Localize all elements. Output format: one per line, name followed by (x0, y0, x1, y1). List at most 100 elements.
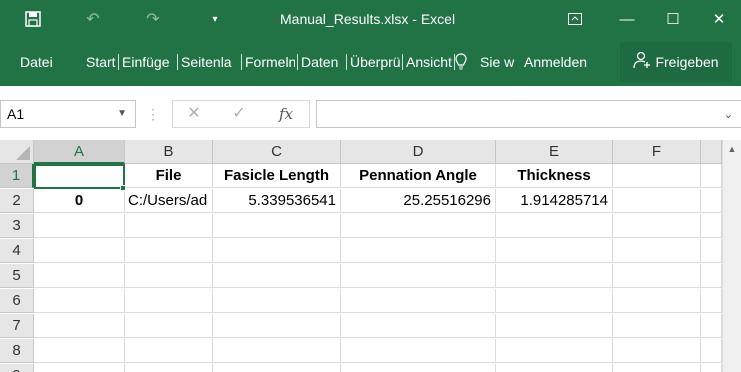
cell-d7[interactable] (341, 314, 496, 338)
tell-me-field[interactable]: Sie w (480, 38, 522, 86)
customize-dropdown-icon[interactable]: ▾ (205, 0, 225, 38)
enter-check-icon[interactable]: ✓ (225, 100, 253, 128)
cell-b7[interactable] (125, 314, 213, 338)
worksheet-grid[interactable]: A B C D E F 1 2 3 4 5 6 7 8 9 File Fasic… (0, 140, 741, 372)
close-icon[interactable]: ✕ (696, 0, 741, 38)
column-header-f[interactable]: F (613, 140, 701, 164)
cell-e7[interactable] (496, 314, 613, 338)
cell-e9[interactable] (496, 364, 613, 372)
column-header-c[interactable]: C (213, 140, 341, 164)
cell-b4[interactable] (125, 239, 213, 263)
row-header-1[interactable]: 1 (0, 164, 34, 188)
cell-c5[interactable] (213, 264, 341, 288)
cell-e3[interactable] (496, 214, 613, 238)
cell-a8[interactable] (34, 339, 125, 363)
drag-handle-icon[interactable]: ⋮ (146, 100, 160, 128)
cell-c9[interactable] (213, 364, 341, 372)
row-header-4[interactable]: 4 (0, 239, 34, 263)
tab-page-layout[interactable]: Seitenla (181, 38, 239, 86)
cell-a6[interactable] (34, 289, 125, 313)
cell-d3[interactable] (341, 214, 496, 238)
row-header-5[interactable]: 5 (0, 264, 34, 288)
cell-f3[interactable] (613, 214, 701, 238)
cell-e5[interactable] (496, 264, 613, 288)
expand-formula-bar-icon[interactable]: ⌄ (724, 101, 733, 129)
cell-b1[interactable]: File (125, 164, 213, 188)
column-header-g-partial[interactable] (701, 140, 722, 164)
formula-input[interactable]: ⌄ (316, 100, 741, 128)
lightbulb-icon[interactable] (455, 38, 475, 86)
cell-c8[interactable] (213, 339, 341, 363)
cell-g1[interactable] (701, 164, 722, 188)
insert-function-icon[interactable]: fx (272, 100, 300, 128)
share-button[interactable]: Freigeben (620, 42, 732, 82)
column-header-d[interactable]: D (341, 140, 496, 164)
tab-view[interactable]: Ansicht (406, 38, 452, 86)
sign-in-link[interactable]: Anmelden (524, 38, 604, 86)
name-box[interactable]: A1 ▼ (0, 100, 136, 128)
fill-handle[interactable] (120, 185, 126, 191)
cell-a7[interactable] (34, 314, 125, 338)
cell-a4[interactable] (34, 239, 125, 263)
tab-formulas[interactable]: Formeln (245, 38, 295, 86)
tab-insert[interactable]: Einfüge (122, 38, 175, 86)
cell-b9[interactable] (125, 364, 213, 372)
tab-start[interactable]: Start (86, 38, 116, 86)
cell-d4[interactable] (341, 239, 496, 263)
cell-c7[interactable] (213, 314, 341, 338)
cell-e4[interactable] (496, 239, 613, 263)
cell-e2[interactable]: 1.914285714 (496, 189, 613, 213)
column-header-a[interactable]: A (34, 140, 125, 164)
cell-b2[interactable]: C:/Users/ad (125, 189, 213, 213)
cell-b6[interactable] (125, 289, 213, 313)
cell-a1[interactable] (34, 164, 125, 188)
cell-e1[interactable]: Thickness (496, 164, 613, 188)
tab-data[interactable]: Daten (301, 38, 345, 86)
save-icon[interactable] (20, 0, 46, 38)
chevron-down-icon[interactable]: ▼ (117, 101, 127, 127)
cell-g2[interactable] (701, 189, 722, 213)
cell-b8[interactable] (125, 339, 213, 363)
row-header-6[interactable]: 6 (0, 289, 34, 313)
maximize-icon[interactable]: ☐ (650, 0, 696, 38)
ribbon-display-options-icon[interactable] (552, 0, 598, 38)
cell-a3[interactable] (34, 214, 125, 238)
cell-g9[interactable] (701, 364, 722, 372)
cell-d1[interactable]: Pennation Angle (341, 164, 496, 188)
tab-review[interactable]: Überprü (350, 38, 400, 86)
cancel-icon[interactable]: ✕ (180, 100, 208, 128)
cell-a5[interactable] (34, 264, 125, 288)
cell-e6[interactable] (496, 289, 613, 313)
cell-b5[interactable] (125, 264, 213, 288)
cell-g8[interactable] (701, 339, 722, 363)
cell-c2[interactable]: 5.339536541 (213, 189, 341, 213)
scroll-up-arrow-icon[interactable]: ▲ (723, 140, 741, 158)
row-header-2[interactable]: 2 (0, 189, 34, 213)
cell-c6[interactable] (213, 289, 341, 313)
cell-g7[interactable] (701, 314, 722, 338)
cell-c4[interactable] (213, 239, 341, 263)
cell-d6[interactable] (341, 289, 496, 313)
vertical-scrollbar[interactable]: ▲ (722, 140, 741, 372)
cell-f6[interactable] (613, 289, 701, 313)
row-header-3[interactable]: 3 (0, 214, 34, 238)
select-all-button[interactable] (0, 140, 34, 164)
cell-c3[interactable] (213, 214, 341, 238)
cell-g5[interactable] (701, 264, 722, 288)
cell-g3[interactable] (701, 214, 722, 238)
cell-g6[interactable] (701, 289, 722, 313)
undo-icon[interactable]: ↶ (80, 0, 106, 38)
row-header-9[interactable]: 9 (0, 364, 34, 372)
row-header-7[interactable]: 7 (0, 314, 34, 338)
cell-f5[interactable] (613, 264, 701, 288)
column-header-e[interactable]: E (496, 140, 613, 164)
cell-f8[interactable] (613, 339, 701, 363)
cell-f2[interactable] (613, 189, 701, 213)
cell-f7[interactable] (613, 314, 701, 338)
cell-e8[interactable] (496, 339, 613, 363)
cell-d2[interactable]: 25.25516296 (341, 189, 496, 213)
cell-b3[interactable] (125, 214, 213, 238)
cell-c1[interactable]: Fasicle Length (213, 164, 341, 188)
minimize-icon[interactable]: — (604, 0, 650, 38)
cell-f1[interactable] (613, 164, 701, 188)
